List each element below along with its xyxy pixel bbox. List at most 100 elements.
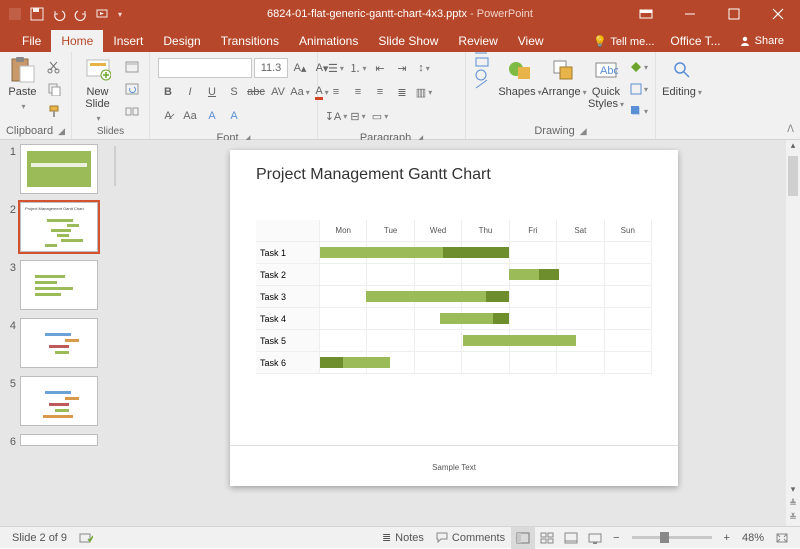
zoom-in-button[interactable]: + <box>718 527 736 549</box>
scroll-handle[interactable] <box>788 156 798 196</box>
close-icon[interactable] <box>756 0 800 28</box>
thumb-5[interactable] <box>20 376 98 426</box>
start-from-beginning-icon[interactable] <box>96 7 110 21</box>
gantt-bar[interactable] <box>343 357 389 368</box>
gantt-bar[interactable] <box>493 313 510 324</box>
undo-icon[interactable] <box>52 7 66 21</box>
new-slide-button[interactable]: New Slide <box>76 54 119 124</box>
thumb-4[interactable] <box>20 318 98 368</box>
gantt-bar[interactable] <box>320 247 443 258</box>
slide-indicator[interactable]: Slide 2 of 9 <box>6 527 73 549</box>
spellcheck-icon[interactable] <box>73 527 99 549</box>
slideshow-view-icon[interactable] <box>583 527 607 549</box>
redo-icon[interactable] <box>74 7 88 21</box>
zoom-slider[interactable] <box>632 536 712 539</box>
next-slide-icon[interactable]: ≚ <box>786 512 800 526</box>
highlight-icon[interactable]: Aa <box>180 106 200 126</box>
arrange-button[interactable]: Arrange <box>542 54 586 98</box>
shapes-button[interactable]: Shapes <box>498 54 542 98</box>
indent-dec-icon[interactable]: ⇤ <box>370 58 390 78</box>
strike-button[interactable]: abc <box>246 82 266 102</box>
gantt-bar[interactable] <box>443 247 509 258</box>
tab-file[interactable]: File <box>12 30 51 52</box>
format-painter-icon[interactable] <box>45 102 63 120</box>
gantt-bar[interactable] <box>463 335 576 346</box>
vertical-scrollbar[interactable]: ▴ ▾ ≜ ≚ <box>786 140 800 526</box>
gantt-bar[interactable] <box>366 291 486 302</box>
align-right-icon[interactable]: ≡ <box>370 82 390 102</box>
layout-icon[interactable] <box>123 58 141 76</box>
prev-slide-icon[interactable]: ≜ <box>786 498 800 512</box>
slide-panel[interactable]: 1 2 Project Management Gantt Chart 3 <box>0 140 108 526</box>
thumb-2[interactable]: Project Management Gantt Chart <box>20 202 98 252</box>
clear-format-icon[interactable]: A̷ <box>158 106 178 126</box>
scroll-down-icon[interactable]: ▾ <box>786 484 800 498</box>
reading-view-icon[interactable] <box>559 527 583 549</box>
italic-button[interactable]: I <box>180 82 200 102</box>
save-icon[interactable] <box>30 7 44 21</box>
shape-outline-icon[interactable] <box>630 80 648 98</box>
font-family-input[interactable] <box>158 58 252 78</box>
align-text-icon[interactable]: ⊟ <box>348 106 368 126</box>
zoom-knob[interactable] <box>660 532 669 543</box>
slide-title[interactable]: Project Management Gantt Chart <box>256 166 491 184</box>
comments-button[interactable]: Comments <box>430 527 511 549</box>
cut-icon[interactable] <box>45 58 63 76</box>
gantt-bar[interactable] <box>509 269 539 280</box>
small-a-icon[interactable]: A <box>202 106 222 126</box>
ribbon-display-icon[interactable] <box>624 0 668 28</box>
tab-review[interactable]: Review <box>448 30 507 52</box>
qat-dropdown-icon[interactable]: ▾ <box>118 10 122 19</box>
drawing-launcher-icon[interactable]: ◢ <box>580 126 587 137</box>
text-direction-icon[interactable]: ↧A <box>326 106 346 126</box>
panel-separator[interactable] <box>108 140 122 526</box>
gantt-bar[interactable] <box>320 357 343 368</box>
underline-button[interactable]: U <box>202 82 222 102</box>
spacing-icon[interactable]: AV <box>268 82 288 102</box>
bullets-icon[interactable]: ☰ <box>326 58 346 78</box>
zoom-out-button[interactable]: − <box>607 527 625 549</box>
tab-office[interactable]: Office T... <box>662 30 728 52</box>
indent-inc-icon[interactable]: ⇥ <box>392 58 412 78</box>
notes-button[interactable]: ≣Notes <box>376 527 430 549</box>
zoom-level[interactable]: 48% <box>736 527 770 549</box>
tab-design[interactable]: Design <box>153 30 210 52</box>
tab-slideshow[interactable]: Slide Show <box>368 30 448 52</box>
shadow-button[interactable]: S <box>224 82 244 102</box>
slide[interactable]: Project Management Gantt Chart Mon Tue W… <box>230 150 678 486</box>
paste-button[interactable]: Paste <box>4 54 41 112</box>
numbering-icon[interactable]: ⒈ <box>348 58 368 78</box>
minimize-icon[interactable] <box>668 0 712 28</box>
align-center-icon[interactable]: ≡ <box>348 82 368 102</box>
shape-effects-icon[interactable] <box>630 102 648 120</box>
share-button[interactable]: Share <box>729 31 794 51</box>
gantt-bar[interactable] <box>486 291 509 302</box>
section-icon[interactable] <box>123 102 141 120</box>
big-a-icon[interactable]: A <box>224 106 244 126</box>
thumb-6[interactable] <box>20 434 98 446</box>
changecase-icon[interactable]: Aa <box>290 82 310 102</box>
tab-insert[interactable]: Insert <box>103 30 153 52</box>
thumb-1[interactable] <box>20 144 98 194</box>
tab-animations[interactable]: Animations <box>289 30 368 52</box>
columns-icon[interactable]: ▥ <box>414 82 434 102</box>
tab-transitions[interactable]: Transitions <box>211 30 289 52</box>
clipboard-launcher-icon[interactable]: ◢ <box>58 126 65 137</box>
sorter-view-icon[interactable] <box>535 527 559 549</box>
maximize-icon[interactable] <box>712 0 756 28</box>
quick-styles-button[interactable]: Abc Quick Styles <box>586 54 626 110</box>
gantt-bar[interactable] <box>440 313 493 324</box>
gantt-chart[interactable]: Mon Tue Wed Thu Fri Sat Sun Task 1 <box>256 220 652 374</box>
justify-icon[interactable]: ≣ <box>392 82 412 102</box>
tab-tellme[interactable]: 💡 Tell me... <box>585 30 662 52</box>
shape-fill-icon[interactable] <box>630 58 648 76</box>
shape-gallery[interactable] <box>470 54 498 84</box>
copy-icon[interactable] <box>45 80 63 98</box>
grow-font-icon[interactable]: A▴ <box>290 58 310 78</box>
font-size-input[interactable] <box>254 58 288 78</box>
align-left-icon[interactable]: ≡ <box>326 82 346 102</box>
tab-view[interactable]: View <box>508 30 554 52</box>
scroll-up-icon[interactable]: ▴ <box>786 140 800 154</box>
line-spacing-icon[interactable]: ↕ <box>414 58 434 78</box>
editing-button[interactable]: Editing <box>660 54 704 98</box>
